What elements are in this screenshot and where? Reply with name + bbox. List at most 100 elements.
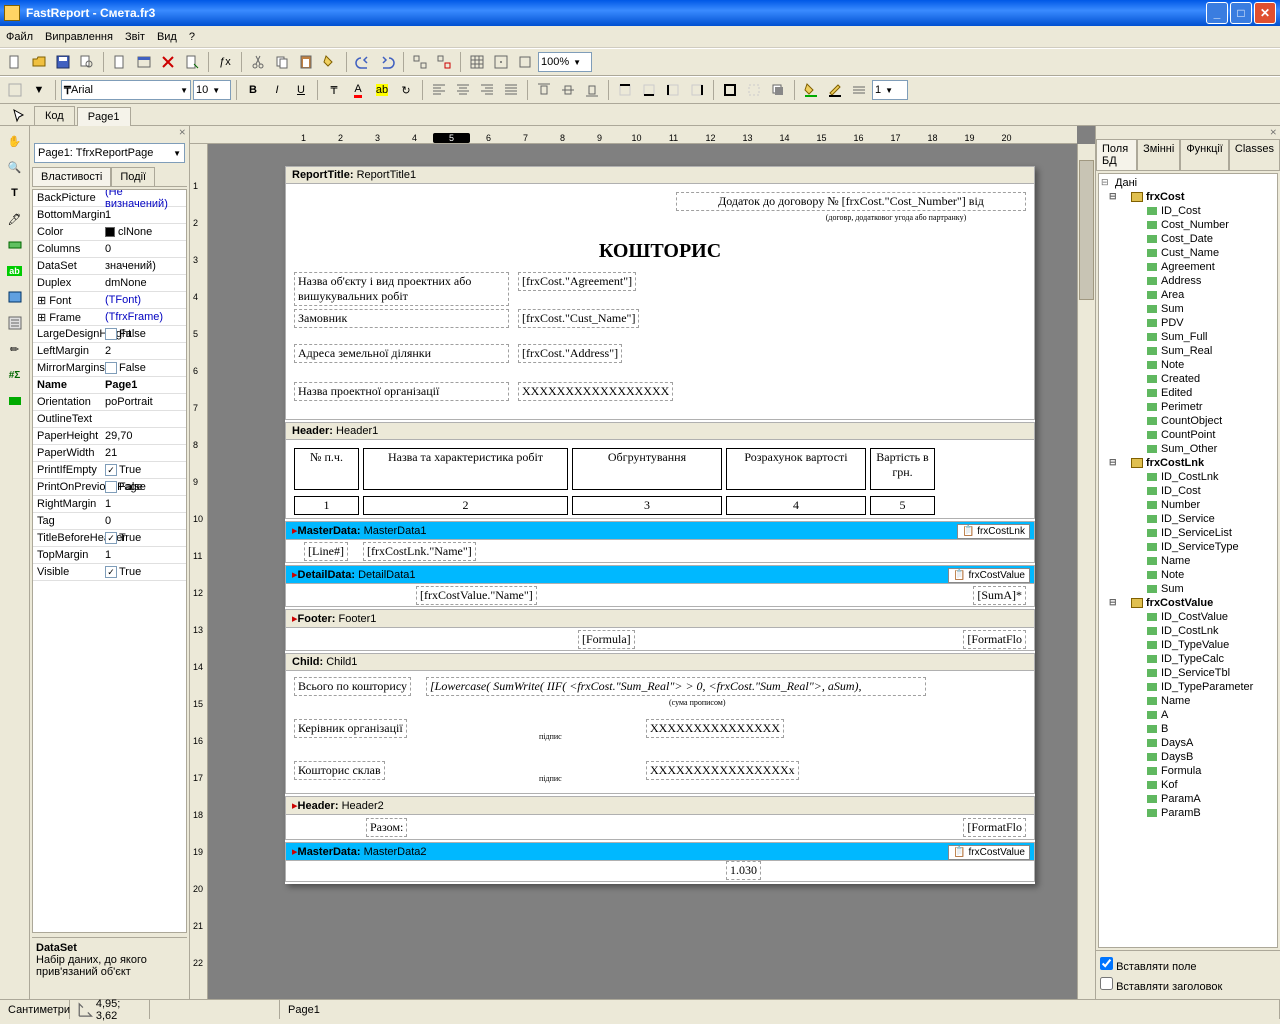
- tab-properties[interactable]: Властивості: [32, 167, 111, 186]
- md2-value[interactable]: 1.030: [726, 861, 761, 880]
- band-footer[interactable]: ▸Footer: Footer1 [Formula] [FormatFlo: [285, 609, 1035, 651]
- formatpaint-icon[interactable]: [319, 51, 341, 73]
- manager-label[interactable]: Керівник організації: [294, 719, 407, 738]
- menu-help[interactable]: ?: [189, 31, 195, 43]
- row2-value[interactable]: [frxCost."Cust_Name"]: [518, 309, 639, 328]
- band-icon[interactable]: [4, 234, 26, 256]
- deletepage-icon[interactable]: [157, 51, 179, 73]
- fitgrid-icon[interactable]: [514, 51, 536, 73]
- total2-label[interactable]: Разом:: [366, 818, 407, 837]
- dataset-badge[interactable]: 📋 frxCostValue: [948, 568, 1030, 583]
- new-icon[interactable]: [4, 51, 26, 73]
- dataset-badge[interactable]: 📋 frxCostValue: [948, 845, 1030, 860]
- col1-header[interactable]: № п.ч.: [294, 448, 359, 490]
- object-selector[interactable]: Page1: TfrxReportPage▼: [34, 143, 185, 163]
- frame-bottom-icon[interactable]: [638, 79, 660, 101]
- tab-data[interactable]: Поля БД: [1096, 139, 1137, 170]
- zoom-icon[interactable]: 🔍: [4, 156, 26, 178]
- cut-icon[interactable]: [247, 51, 269, 73]
- frame-all-icon[interactable]: [719, 79, 741, 101]
- align-left-icon[interactable]: [428, 79, 450, 101]
- frame-left-icon[interactable]: [662, 79, 684, 101]
- linecolor-icon[interactable]: [824, 79, 846, 101]
- row1-label[interactable]: Назва об'єкту і вид проектних або вишуку…: [294, 272, 509, 306]
- underline-icon[interactable]: U: [290, 79, 312, 101]
- undo-icon[interactable]: [352, 51, 374, 73]
- ungroup-icon[interactable]: [433, 51, 455, 73]
- align-center-icon[interactable]: [452, 79, 474, 101]
- text-icon[interactable]: T: [4, 182, 26, 204]
- format2-field[interactable]: [FormatFlo: [963, 818, 1026, 837]
- total-label[interactable]: Всього по кошторису: [294, 677, 411, 696]
- menu-report[interactable]: Звіт: [125, 31, 145, 43]
- row3-label[interactable]: Адреса земельної ділянки: [294, 344, 509, 363]
- format-field[interactable]: [FormatFlo: [963, 630, 1026, 649]
- band-header2[interactable]: ▸Header: Header2 Разом: [FormatFlo: [285, 796, 1035, 840]
- insert-field-checkbox[interactable]: Вставляти поле: [1100, 955, 1276, 975]
- band-masterdata[interactable]: ▸MasterData: MasterData1📋 frxCostLnk [Li…: [285, 521, 1035, 563]
- align-bottom-icon[interactable]: [581, 79, 603, 101]
- styledrop-icon[interactable]: ▼: [28, 79, 50, 101]
- manager-value[interactable]: XXXXXXXXXXXXXXX: [646, 719, 784, 738]
- band-reporttitle[interactable]: ReportTitle: ReportTitle1 Додаток до дог…: [285, 166, 1035, 420]
- col3-num[interactable]: 3: [572, 496, 722, 515]
- tab-variables[interactable]: Змінні: [1137, 139, 1180, 170]
- dataset-badge[interactable]: 📋 frxCostLnk: [957, 524, 1030, 539]
- shadow-icon[interactable]: [767, 79, 789, 101]
- col1-num[interactable]: 1: [294, 496, 359, 515]
- aligngrid-icon[interactable]: [490, 51, 512, 73]
- detail-name-field[interactable]: [frxCostValue."Name"]: [416, 586, 537, 605]
- bold-icon[interactable]: B: [242, 79, 264, 101]
- draw-icon[interactable]: ✏: [4, 338, 26, 360]
- italic-icon[interactable]: I: [266, 79, 288, 101]
- paste-icon[interactable]: [295, 51, 317, 73]
- hand-icon[interactable]: ✋: [4, 130, 26, 152]
- report-title-text[interactable]: КОШТОРИС: [596, 239, 724, 264]
- picture-icon[interactable]: [4, 286, 26, 308]
- fontsettings-icon[interactable]: ₸: [323, 79, 345, 101]
- col2-num[interactable]: 2: [363, 496, 568, 515]
- band-child[interactable]: Child: Child1 Всього по кошторису [Lower…: [285, 653, 1035, 794]
- tab-code[interactable]: Код: [34, 106, 75, 125]
- align-top-icon[interactable]: [533, 79, 555, 101]
- group-icon[interactable]: [409, 51, 431, 73]
- textlabel-icon[interactable]: ab: [4, 260, 26, 282]
- band-masterdata2[interactable]: ▸MasterData: MasterData2📋 frxCostValue 1…: [285, 842, 1035, 882]
- data-tree[interactable]: ДаніfrxCostID_CostCost_NumberCost_DateCu…: [1098, 173, 1278, 948]
- col2-header[interactable]: Назва та характеристика робіт: [363, 448, 568, 490]
- row4-label[interactable]: Назва проектної організації: [294, 382, 509, 401]
- fontsize-combo[interactable]: 10▼: [193, 80, 231, 100]
- name-field[interactable]: [frxCostLnk."Name"]: [363, 542, 476, 561]
- total-formula[interactable]: [Lowercase( SumWrite( IIF( <frxCost."Sum…: [426, 677, 926, 696]
- redo-icon[interactable]: [376, 51, 398, 73]
- property-grid[interactable]: BackPicture(Не визначений)BottomMargin1C…: [32, 189, 187, 933]
- maximize-button[interactable]: □: [1230, 2, 1252, 24]
- align-middle-icon[interactable]: [557, 79, 579, 101]
- author-label[interactable]: Кошторис склав: [294, 761, 385, 780]
- newpage-icon[interactable]: [109, 51, 131, 73]
- format-icon[interactable]: 🖊: [4, 208, 26, 230]
- band-detaildata[interactable]: ▸DetailData: DetailData1📋 frxCostValue […: [285, 565, 1035, 607]
- tab-functions[interactable]: Функції: [1180, 139, 1229, 170]
- close-button[interactable]: ✕: [1254, 2, 1276, 24]
- pointer-icon[interactable]: [8, 105, 30, 127]
- menu-file[interactable]: Файл: [6, 31, 33, 43]
- author-value[interactable]: XXXXXXXXXXXXXXXXx: [646, 761, 799, 780]
- highlight-icon[interactable]: ab: [371, 79, 393, 101]
- tab-classes[interactable]: Classes: [1229, 139, 1280, 170]
- tab-events[interactable]: Події: [111, 167, 155, 186]
- other-icon[interactable]: [4, 390, 26, 412]
- suma-field[interactable]: [SumA]*: [973, 586, 1026, 605]
- preview-icon[interactable]: [76, 51, 98, 73]
- frame-top-icon[interactable]: [614, 79, 636, 101]
- align-right-icon[interactable]: [476, 79, 498, 101]
- zoom-combo[interactable]: 100%▼: [538, 52, 592, 72]
- nostyle-icon[interactable]: [4, 79, 26, 101]
- fontcolor-icon[interactable]: A: [347, 79, 369, 101]
- formula-field[interactable]: [Formula]: [578, 630, 635, 649]
- col4-header[interactable]: Розрахунок вартості: [726, 448, 866, 490]
- report-page[interactable]: ReportTitle: ReportTitle1 Додаток до дог…: [285, 166, 1035, 884]
- col5-header[interactable]: Вартість в грн.: [870, 448, 935, 490]
- menu-view[interactable]: Вид: [157, 31, 177, 43]
- minimize-button[interactable]: _: [1206, 2, 1228, 24]
